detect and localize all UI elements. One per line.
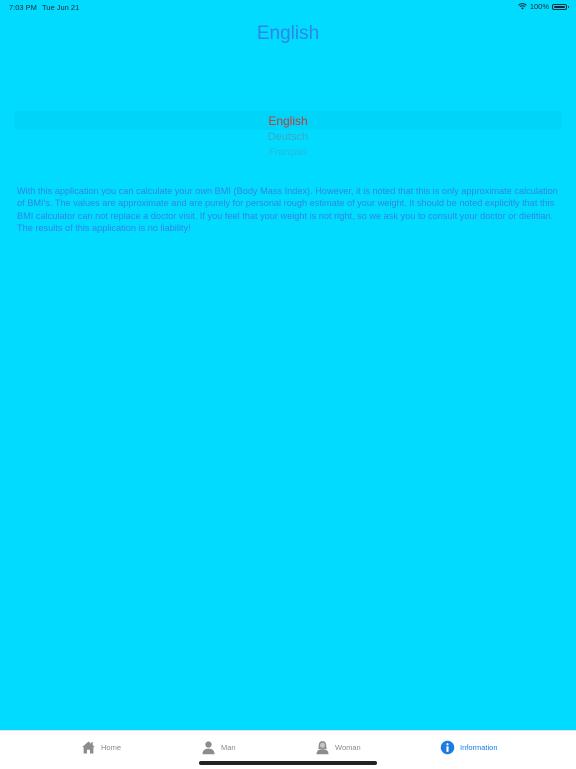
tab-man[interactable]: Man: [201, 737, 236, 757]
picker-option-english[interactable]: English: [14, 114, 562, 128]
tab-woman-label: Woman: [335, 742, 361, 752]
tab-home-label: Home: [101, 742, 122, 752]
tab-woman[interactable]: Woman: [315, 737, 361, 757]
man-icon: [202, 740, 215, 754]
wifi-icon: [517, 3, 527, 10]
page-title: English: [256, 23, 320, 44]
picker-option-deutsch[interactable]: Deutsch: [14, 130, 562, 144]
status-bar: 7:03 PM Tue Jun 21 100%: [0, 0, 576, 14]
tab-information[interactable]: Information: [440, 737, 498, 757]
tab-information-label: Information: [460, 742, 498, 752]
tab-home[interactable]: Home: [81, 737, 121, 757]
picker-option-francais[interactable]: Français: [14, 146, 562, 160]
battery-icon: [552, 3, 569, 10]
status-date: Tue Jun 21: [42, 3, 80, 12]
home-icon: [82, 741, 95, 753]
info-icon: [440, 740, 455, 754]
language-picker[interactable]: English Deutsch Français: [14, 110, 562, 162]
battery-percentage: 100%: [529, 2, 549, 11]
disclaimer-text: With this application you can calculate …: [17, 186, 558, 234]
tab-bar: Home Man Woman Information: [0, 730, 576, 769]
status-indicators: 100%: [517, 2, 569, 11]
home-indicator[interactable]: [199, 761, 377, 765]
tab-man-label: Man: [221, 742, 236, 752]
battery-level: [554, 5, 565, 8]
status-time: 7:03 PM: [9, 3, 37, 12]
woman-icon: [316, 740, 329, 754]
